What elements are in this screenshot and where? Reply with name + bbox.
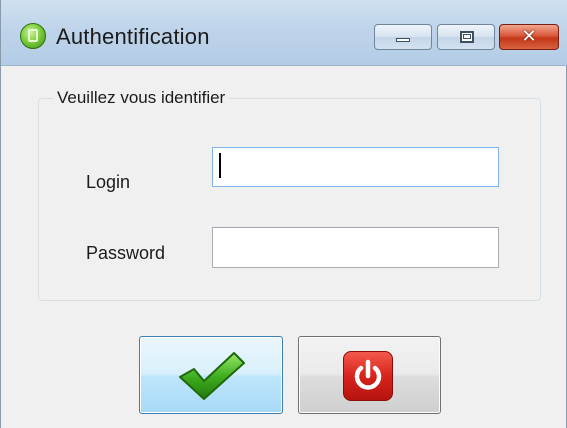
minimize-button[interactable]: [374, 24, 432, 50]
quit-button[interactable]: [298, 336, 441, 414]
maximize-icon: [460, 31, 474, 43]
close-button[interactable]: ✕: [499, 24, 559, 50]
power-icon: [343, 351, 393, 401]
title-bar[interactable]: Authentification ✕: [1, 0, 567, 66]
maximize-button[interactable]: [437, 24, 495, 50]
minimize-icon: [396, 38, 410, 42]
auth-window: Authentification ✕ Veuillez vous identif…: [0, 0, 567, 428]
login-label: Login: [86, 172, 131, 192]
groupbox-title: Veuillez vous identifier: [53, 88, 230, 108]
password-input[interactable]: [212, 227, 499, 268]
login-input[interactable]: [212, 147, 499, 187]
password-label: Password: [86, 243, 166, 263]
close-icon: ✕: [521, 26, 537, 47]
text-caret: [219, 153, 221, 178]
check-icon: [179, 352, 245, 400]
identification-groupbox: [38, 98, 541, 301]
validate-button[interactable]: [139, 336, 283, 414]
app-icon: [20, 23, 46, 49]
window-title: Authentification: [56, 24, 210, 49]
